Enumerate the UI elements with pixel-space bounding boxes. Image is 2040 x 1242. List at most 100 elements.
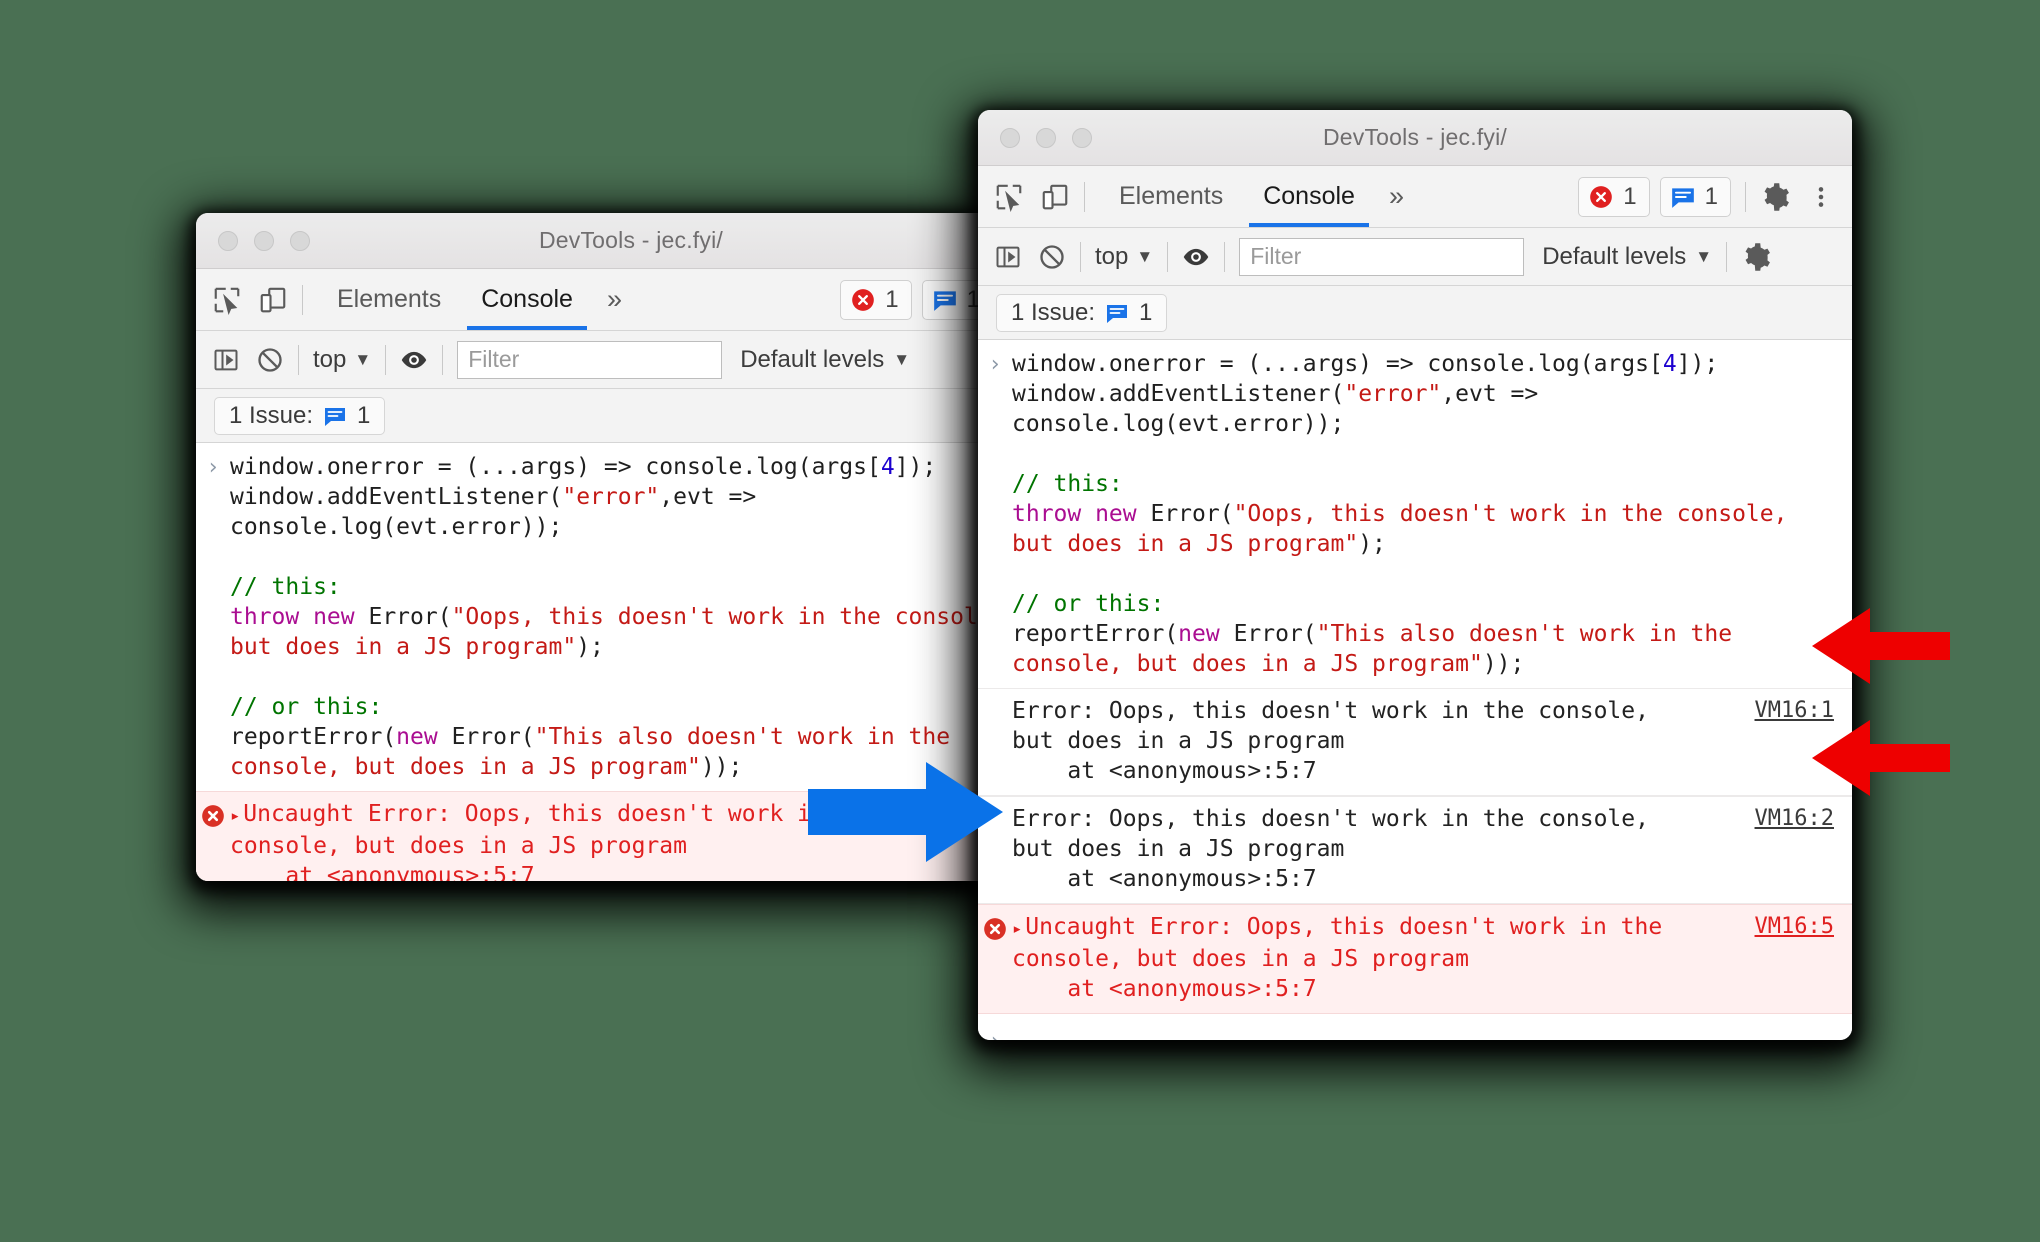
code-token: "error" [562,484,660,510]
live-expression-icon[interactable] [400,346,428,374]
issues-chip[interactable]: 1 Issue: 1 [996,293,1168,332]
code-token: but does in a JS program" [1012,531,1359,557]
code-line: // or this: [1012,589,1787,619]
filter-input[interactable]: Filter [457,340,723,379]
front-main-toolbar[interactable]: Elements Console » 1 1 [978,166,1852,228]
tab-elements[interactable]: Elements [1099,166,1243,227]
code-token: throw new [1012,501,1151,527]
error-counter[interactable]: 1 [840,279,912,320]
execution-context-selector[interactable]: top ▼ [313,346,371,374]
back-issues-bar[interactable]: 1 Issue: 1 [196,389,1066,443]
inspect-element-icon[interactable] [994,182,1024,212]
front-traffic-lights[interactable] [978,127,1092,148]
console-input-group[interactable]: › window.onerror = (...args) => console.… [196,443,1066,791]
tab-elements[interactable]: Elements [317,269,461,330]
filter-input[interactable]: Filter [1239,237,1525,276]
code-token: window.onerror = (...args) => console.lo… [230,454,881,480]
front-window-titlebar[interactable]: DevTools - jec.fyi/ [978,110,1852,166]
front-panel-tabs[interactable]: Elements Console [1099,166,1375,227]
console-sidebar-icon[interactable] [212,346,240,374]
more-tabs-chevron[interactable]: » [593,284,636,315]
minimize-button[interactable] [1036,127,1056,148]
front-console-filterbar[interactable]: top ▼ Filter Default levels ▼ [978,228,1852,286]
live-expression-icon[interactable] [1182,243,1210,271]
gear-icon[interactable] [1741,242,1771,272]
console-input-code[interactable]: window.onerror = (...args) => console.lo… [1012,349,1801,679]
prompt-chevron-icon: › [206,455,220,480]
code-token: console, but does in a JS program" [230,754,701,780]
close-button[interactable] [1000,127,1020,148]
error-counter[interactable]: 1 [1578,176,1650,217]
back-panel-tabs[interactable]: Elements Console [317,269,593,330]
log-levels-selector[interactable]: Default levels ▼ [740,346,910,374]
chevron-down-icon: ▼ [354,349,372,369]
filterbar-divider-2 [385,344,387,375]
log-levels-selector[interactable]: Default levels ▼ [1542,243,1712,271]
code-token: )); [1482,651,1525,677]
execution-context-selector[interactable]: top ▼ [1095,243,1153,271]
console-sidebar-icon[interactable] [994,243,1022,271]
code-token: // or this: [1012,591,1165,617]
code-token: ); [1358,531,1386,557]
maximize-button[interactable] [1072,127,1092,148]
tab-console[interactable]: Console [1243,166,1375,227]
console-error-row[interactable]: ▸ Uncaught Error: Oops, this doesn't work… [978,904,1852,1014]
back-window-titlebar[interactable]: DevTools - jec.fyi/ [196,213,1066,269]
front-console-output[interactable]: › window.onerror = (...args) => console.… [978,340,1852,1040]
filter-placeholder: Filter [1250,243,1302,269]
message-bubble-icon [325,407,346,426]
front-trailing-prompt-row[interactable]: › [978,1014,1852,1040]
code-token: // this: [230,574,341,600]
device-toolbar-icon[interactable] [1040,182,1070,212]
clear-console-icon[interactable] [256,346,284,374]
back-main-toolbar[interactable]: Elements Console » 1 1 [196,269,1066,331]
more-options-icon[interactable] [1808,182,1834,212]
gear-glyph [1745,242,1771,271]
gear-icon[interactable] [1760,182,1790,212]
expand-triangle-icon[interactable]: ▸ [1012,919,1025,939]
code-token: ,evt => [659,484,757,510]
code-token: // this: [1012,471,1123,497]
more-tabs-chevron[interactable]: » [1375,181,1418,212]
source-location-link[interactable]: VM16:5 [1755,912,1852,942]
back-counters[interactable]: 1 1 [840,279,993,320]
execution-context-label: top [1095,242,1129,270]
console-input-group[interactable]: › window.onerror = (...args) => console.… [978,340,1852,688]
eye-glyph [401,351,427,368]
inspect-element-icon[interactable] [212,285,242,315]
message-counter[interactable]: 1 [1659,176,1731,217]
maximize-button[interactable] [290,230,310,251]
code-line: console, but does in a JS program")); [1012,649,1787,679]
console-log-row[interactable]: Error: Oops, this doesn't work in the co… [978,796,1852,904]
close-button[interactable] [218,230,238,251]
front-log-entries[interactable]: Error: Oops, this doesn't work in the co… [978,688,1852,1014]
tab-console[interactable]: Console [461,269,593,330]
blue-transition-arrow [808,762,1003,862]
back-traffic-lights[interactable] [196,230,310,251]
source-location-link[interactable]: VM16:2 [1755,804,1852,834]
code-token: console.log(evt.error)); [230,514,563,540]
code-token: but does in a JS program" [230,634,577,660]
code-token: "This also doesn't work in the [1316,621,1733,647]
back-console-filterbar[interactable]: top ▼ Filter Default levels ▼ [196,331,1066,389]
front-devtools-window[interactable]: DevTools - jec.fyi/ Elements Console » 1… [978,110,1852,1040]
code-line: // this: [230,572,978,602]
code-token: "Oops, this doesn't work in the console, [1233,501,1788,527]
chevron-down-icon: ▼ [1136,246,1154,266]
error-count: 1 [1623,182,1637,210]
code-token: ]); [894,454,937,480]
prompt-chevron-icon: › [988,1029,1001,1040]
expand-triangle-icon[interactable]: ▸ [230,806,243,826]
code-line: but does in a JS program"); [230,632,978,662]
front-counters[interactable]: 1 1 [1578,176,1731,217]
clear-console-icon[interactable] [1038,243,1066,271]
minimize-button[interactable] [254,230,274,251]
code-line: window.addEventListener("error",evt => [230,482,978,512]
console-log-row[interactable]: Error: Oops, this doesn't work in the co… [978,688,1852,796]
code-token: // or this: [230,694,383,720]
device-toolbar-icon[interactable] [258,285,288,315]
front-issues-bar[interactable]: 1 Issue: 1 [978,286,1852,340]
issues-chip[interactable]: 1 Issue: 1 [214,396,386,435]
console-input-code[interactable]: window.onerror = (...args) => console.lo… [230,452,992,782]
